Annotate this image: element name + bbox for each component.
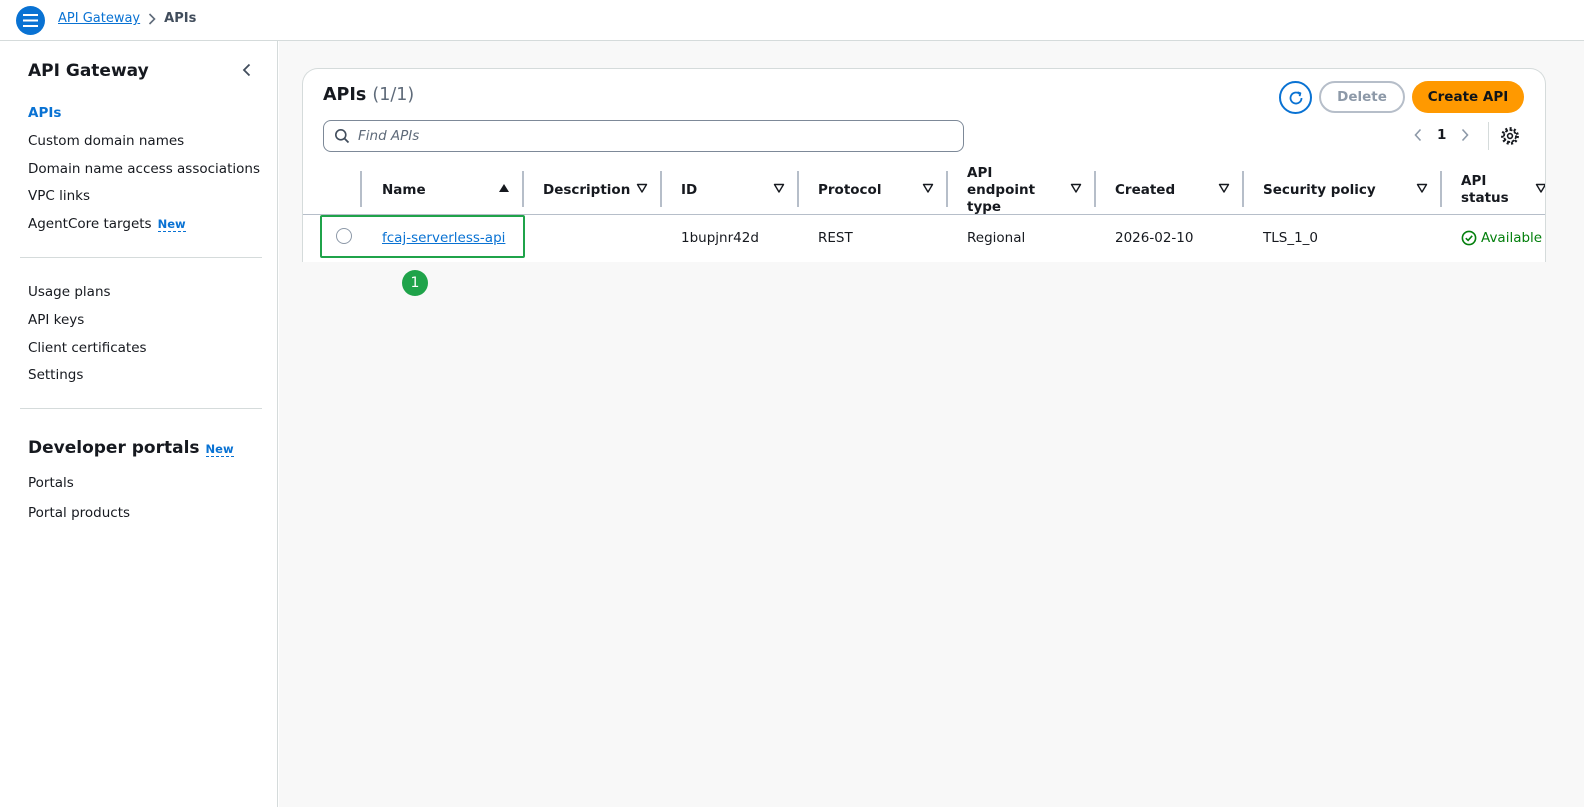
sidebar-item-vpc-links[interactable]: VPC links bbox=[28, 188, 90, 204]
sidebar-item-domain-name-access-associations[interactable]: Domain name access associations bbox=[28, 161, 260, 177]
toolbar-divider bbox=[1488, 122, 1489, 150]
sidebar-item-usage-plans[interactable]: Usage plans bbox=[28, 284, 111, 300]
table-title: APIs bbox=[323, 85, 367, 105]
cell-security-policy: TLS_1_0 bbox=[1263, 230, 1319, 246]
caret-up-filled-icon[interactable] bbox=[498, 182, 510, 194]
refresh-icon bbox=[1289, 90, 1302, 104]
status-badge: Available bbox=[1461, 230, 1542, 246]
cell-created: 2026-02-10 bbox=[1115, 230, 1194, 246]
column-header-api-endpoint-type[interactable]: API endpoint type bbox=[967, 165, 1063, 215]
side-navigation: API Gateway APIs Custom domain names Dom… bbox=[0, 41, 278, 807]
chevron-right-icon[interactable] bbox=[1455, 125, 1475, 145]
sidebar-item-apis[interactable]: APIs bbox=[28, 105, 61, 121]
cell-endpoint-type: Regional bbox=[967, 230, 1026, 246]
breadcrumb-current: APIs bbox=[164, 11, 197, 26]
chevron-right-icon bbox=[148, 12, 156, 25]
table-row[interactable]: fcaj-serverless-api 1bupjnr42d REST Regi… bbox=[303, 215, 1545, 261]
sidebar-item-portals[interactable]: Portals bbox=[28, 475, 74, 491]
column-separator[interactable] bbox=[797, 171, 799, 207]
hamburger-menu-icon[interactable] bbox=[16, 6, 45, 35]
column-header-security-policy[interactable]: Security policy bbox=[1263, 165, 1376, 215]
column-separator[interactable] bbox=[1440, 171, 1442, 207]
cell-protocol: REST bbox=[818, 230, 853, 246]
caret-down-outline-icon[interactable] bbox=[636, 182, 648, 194]
row-select-radio[interactable] bbox=[336, 228, 352, 244]
caret-down-outline-icon[interactable] bbox=[773, 182, 785, 194]
api-name-link[interactable]: fcaj-serverless-api bbox=[382, 230, 505, 246]
sidebar-item-agentcore-targets[interactable]: AgentCore targets New bbox=[28, 216, 186, 232]
column-header-api-status[interactable]: API status bbox=[1461, 165, 1517, 215]
column-separator bbox=[360, 171, 362, 207]
sidebar-divider bbox=[20, 257, 262, 258]
top-navigation-bar: API Gateway APIs bbox=[0, 0, 1584, 41]
breadcrumb-api-gateway[interactable]: API Gateway bbox=[58, 11, 140, 26]
column-separator[interactable] bbox=[1094, 171, 1096, 207]
table-count: (1/1) bbox=[372, 85, 415, 105]
caret-down-outline-icon[interactable] bbox=[922, 182, 934, 194]
column-header-description[interactable]: Description bbox=[543, 165, 630, 215]
page-title: APIs (1/1) bbox=[323, 85, 414, 105]
pagination: 1 bbox=[1408, 125, 1475, 145]
column-separator[interactable] bbox=[946, 171, 948, 207]
create-api-button[interactable]: Create API bbox=[1412, 81, 1524, 113]
section-title: Developer portals bbox=[28, 438, 200, 458]
column-separator[interactable] bbox=[660, 171, 662, 207]
status-text: Available bbox=[1481, 230, 1543, 246]
cell-name: fcaj-serverless-api bbox=[382, 215, 505, 261]
search-icon bbox=[335, 129, 350, 144]
new-badge[interactable]: New bbox=[205, 442, 234, 457]
caret-down-outline-icon[interactable] bbox=[1070, 182, 1082, 194]
sidebar-item-api-keys[interactable]: API keys bbox=[28, 312, 84, 328]
check-circle-icon bbox=[1461, 230, 1477, 246]
caret-down-outline-icon[interactable] bbox=[1218, 182, 1230, 194]
column-separator[interactable] bbox=[1242, 171, 1244, 207]
table-header: Name Description ID Protocol API endpoin… bbox=[303, 165, 1546, 215]
main-content: APIs (1/1) Delete Create API 1 bbox=[279, 41, 1584, 807]
sidebar-item-settings[interactable]: Settings bbox=[28, 367, 83, 383]
cell-api-status: Available bbox=[1461, 215, 1542, 261]
chevron-left-icon[interactable] bbox=[238, 61, 256, 79]
sidebar-item-portal-products[interactable]: Portal products bbox=[28, 505, 130, 521]
search-box bbox=[323, 120, 964, 152]
caret-down-outline-icon[interactable] bbox=[1416, 182, 1428, 194]
column-header-id[interactable]: ID bbox=[681, 165, 697, 215]
column-header-name[interactable]: Name bbox=[382, 165, 426, 215]
column-header-created[interactable]: Created bbox=[1115, 165, 1175, 215]
refresh-button[interactable] bbox=[1279, 81, 1312, 114]
sidebar-item-custom-domain-names[interactable]: Custom domain names bbox=[28, 133, 184, 149]
caret-down-outline-icon[interactable] bbox=[1535, 182, 1546, 194]
sidebar-divider bbox=[20, 408, 262, 409]
new-badge[interactable]: New bbox=[157, 217, 186, 232]
step-number-badge: 1 bbox=[402, 270, 428, 296]
search-input[interactable] bbox=[358, 121, 958, 151]
delete-button[interactable]: Delete bbox=[1319, 81, 1405, 113]
breadcrumb: API Gateway APIs bbox=[58, 11, 196, 26]
gear-icon[interactable] bbox=[1500, 126, 1520, 146]
chevron-left-icon[interactable] bbox=[1408, 125, 1428, 145]
apis-table-container: APIs (1/1) Delete Create API 1 bbox=[302, 68, 1546, 262]
sidebar-title: API Gateway bbox=[28, 61, 149, 81]
column-header-protocol[interactable]: Protocol bbox=[818, 165, 881, 215]
cell-id: 1bupjnr42d bbox=[681, 230, 759, 246]
current-page[interactable]: 1 bbox=[1437, 127, 1446, 143]
sidebar-item-label: AgentCore targets bbox=[28, 216, 152, 232]
column-separator[interactable] bbox=[522, 171, 524, 207]
developer-portals-heading: Developer portals New bbox=[28, 438, 234, 458]
sidebar-item-client-certificates[interactable]: Client certificates bbox=[28, 340, 147, 356]
